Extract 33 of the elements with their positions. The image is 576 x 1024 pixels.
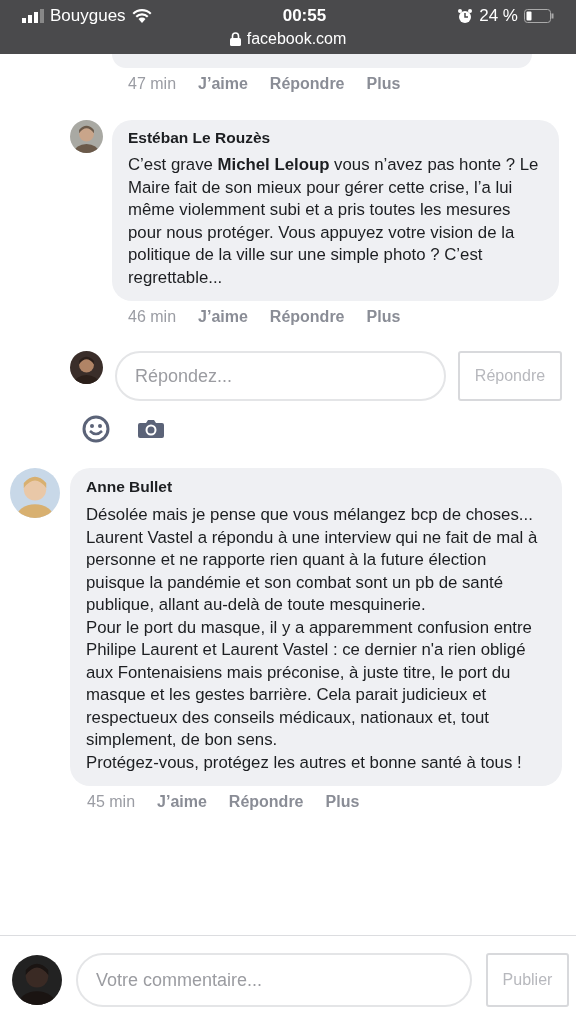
more-link[interactable]: Plus <box>366 75 401 93</box>
page-url: facebook.com <box>246 30 347 48</box>
clock-time: 00:55 <box>282 6 327 26</box>
reply-link[interactable]: Répondre <box>269 308 345 326</box>
battery-icon <box>524 9 554 23</box>
like-link[interactable]: J’aime <box>157 793 207 811</box>
author-name[interactable]: Estéban Le Rouzès <box>128 129 543 147</box>
reply-link[interactable]: Répondre <box>269 75 345 93</box>
like-link[interactable]: J’aime <box>198 75 248 93</box>
like-link[interactable]: J’aime <box>198 308 248 326</box>
signal-icon <box>22 9 44 23</box>
reply-link[interactable]: Répondre <box>228 793 304 811</box>
comment-text: Désolée mais je pense que vous mélangez bcp de choses... Laurent Vastel a répondu à une interview qui ne fait de mal à personne et ne rapporte rien quant à la future élection puisque la pandémie et son combat sont un pb de santé publique, allant au-delà de toute mesquinerie. <box>86 504 539 616</box>
comment-time: 45 min <box>87 793 136 811</box>
comment-text: Protégez-vous, protégez les autres et bonne santé à tous ! <box>86 751 523 774</box>
more-link[interactable]: Plus <box>366 308 401 326</box>
comment-field[interactable]: Votre commentaire... <box>76 953 472 1007</box>
comment-text: Pour le port du masque, il y a apparemment confusion entre Philipe Laurent et Laurent Vastel : ce dernier n'a rien obligé aux Fontenaisiens mais préconise, à juste titre, le port du masque et les gestes barrière. Cela parait judicieux et respectueux des conseils médicaux, nationaux et, tout simplement, de bon sens. <box>86 616 533 751</box>
alarm-icon <box>457 8 474 24</box>
lock-icon <box>229 32 241 46</box>
emoji-icon[interactable] <box>82 415 110 443</box>
author-name[interactable]: Anne Bullet <box>86 478 546 496</box>
publish-button[interactable]: Publier <box>486 953 569 1007</box>
carrier-name: Bouygues <box>50 6 126 26</box>
more-link[interactable]: Plus <box>325 793 360 811</box>
comment-time: 46 min <box>128 308 177 326</box>
battery-percent: 24 % <box>479 6 518 26</box>
comment-text: C’est grave Michel Leloup vous n’avez pas honte ? Le Maire fait de son mieux pour gérer cette crise, l’a lui même violemment subi et a pris toutes les mesures pour nous protéger. Vous appuyez votre vision de la politique de la ville sur une simple photo ? C’est regrettable... <box>128 154 540 289</box>
wifi-icon <box>131 9 152 23</box>
camera-icon[interactable] <box>138 418 164 440</box>
reply-button[interactable]: Répondre <box>458 351 562 401</box>
comment-time: 47 min <box>128 75 177 93</box>
reply-field[interactable]: Répondez... <box>115 351 446 401</box>
